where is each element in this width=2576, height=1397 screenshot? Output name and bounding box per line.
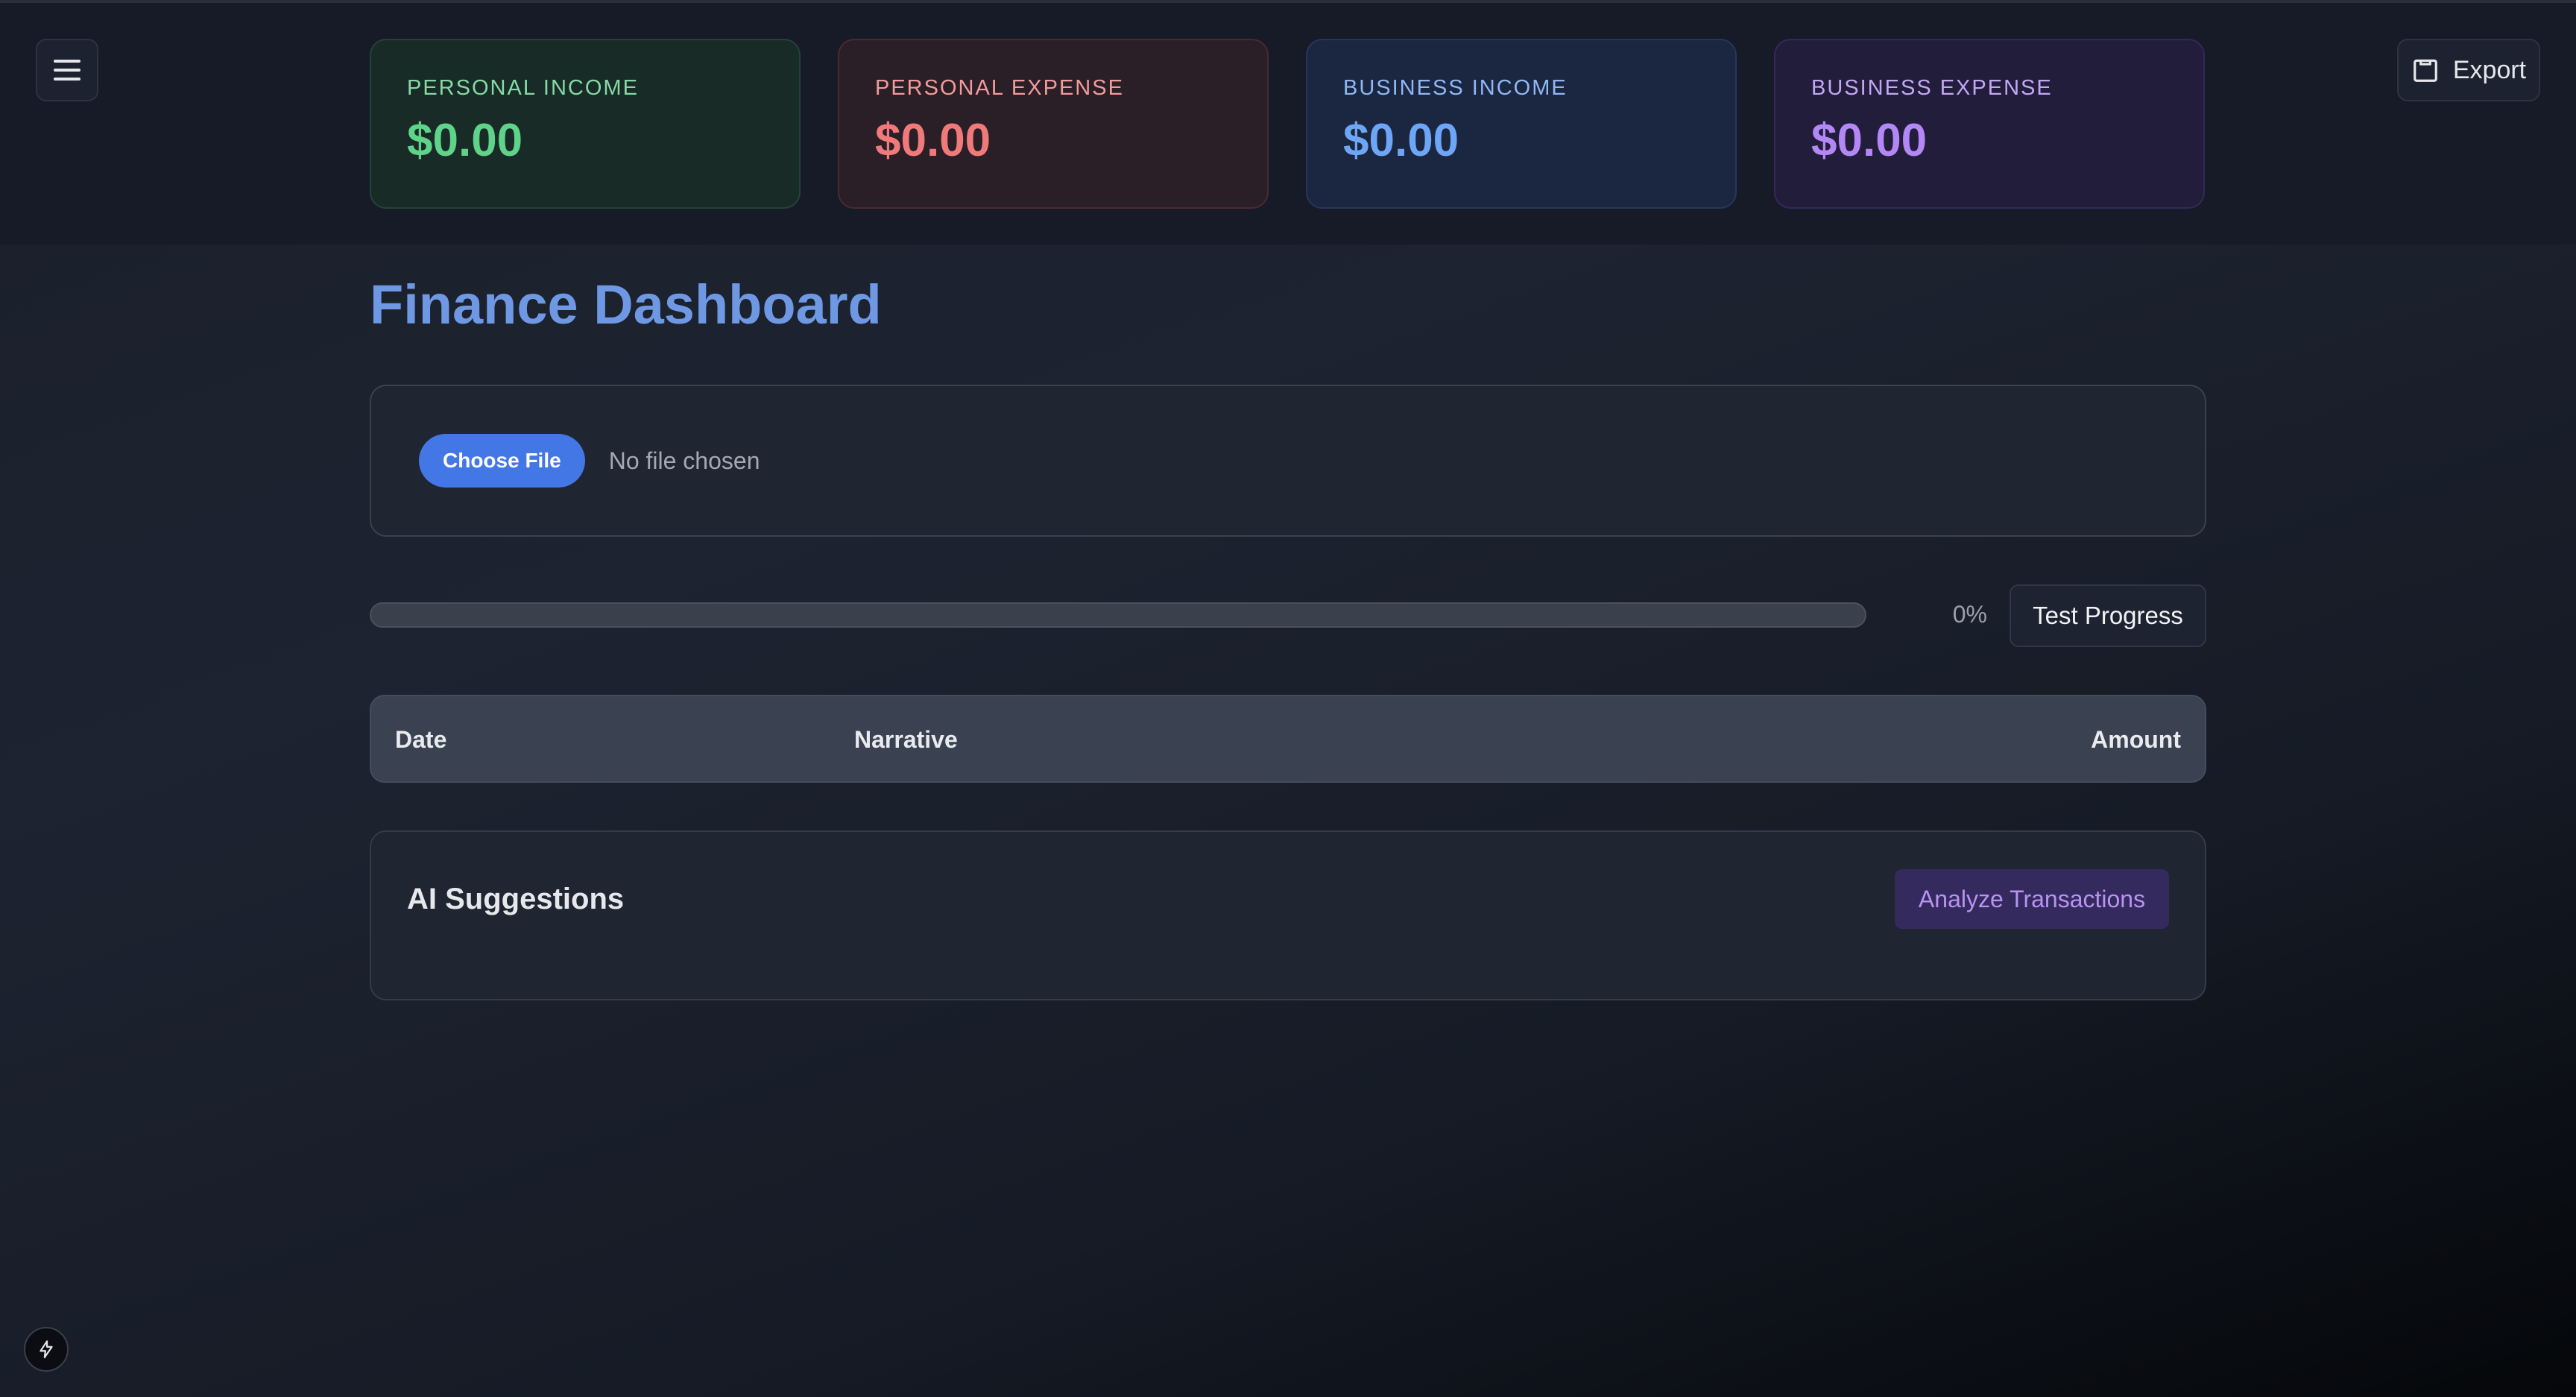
test-progress-button[interactable]: Test Progress [2010, 584, 2206, 647]
ai-suggestions-title: AI Suggestions [407, 883, 625, 915]
personal-expense-card: PERSONAL EXPENSE $0.00 [838, 39, 1269, 209]
card-label: BUSINESS EXPENSE [1811, 76, 2053, 100]
progress-percent: 0% [1952, 601, 1987, 628]
ai-suggestions-panel: AI Suggestions Analyze Transactions [370, 830, 2206, 1000]
card-value: $0.00 [1343, 115, 1459, 166]
dev-tools-button[interactable] [24, 1327, 69, 1372]
card-value: $0.00 [1811, 115, 1928, 166]
transactions-table-header: Date Narrative Amount [370, 695, 2206, 783]
progress-bar [370, 602, 1866, 628]
export-label: Export [2452, 55, 2527, 84]
export-button[interactable]: Export [2397, 39, 2540, 101]
column-header-narrative[interactable]: Narrative [854, 726, 958, 754]
card-value: $0.00 [875, 115, 991, 166]
card-label: PERSONAL INCOME [407, 76, 639, 100]
hamburger-icon [54, 60, 80, 81]
column-header-amount[interactable]: Amount [2091, 726, 2181, 754]
card-value: $0.00 [407, 115, 523, 166]
column-header-date[interactable]: Date [395, 726, 446, 754]
card-label: PERSONAL EXPENSE [875, 76, 1124, 100]
bolt-icon [40, 1340, 53, 1358]
business-expense-card: BUSINESS EXPENSE $0.00 [1774, 39, 2205, 209]
file-status: No file chosen [608, 447, 760, 474]
page-title: Finance Dashboard [370, 274, 882, 335]
business-income-card: BUSINESS INCOME $0.00 [1306, 39, 1737, 209]
personal-income-card: PERSONAL INCOME $0.00 [370, 39, 801, 209]
card-label: BUSINESS INCOME [1343, 76, 1568, 100]
menu-button[interactable] [36, 39, 98, 101]
clipboard-icon [2414, 59, 2437, 82]
upload-panel: Choose File No file chosen [370, 385, 2206, 537]
choose-file-button[interactable]: Choose File [419, 434, 585, 488]
analyze-transactions-button[interactable]: Analyze Transactions [1895, 869, 2169, 929]
